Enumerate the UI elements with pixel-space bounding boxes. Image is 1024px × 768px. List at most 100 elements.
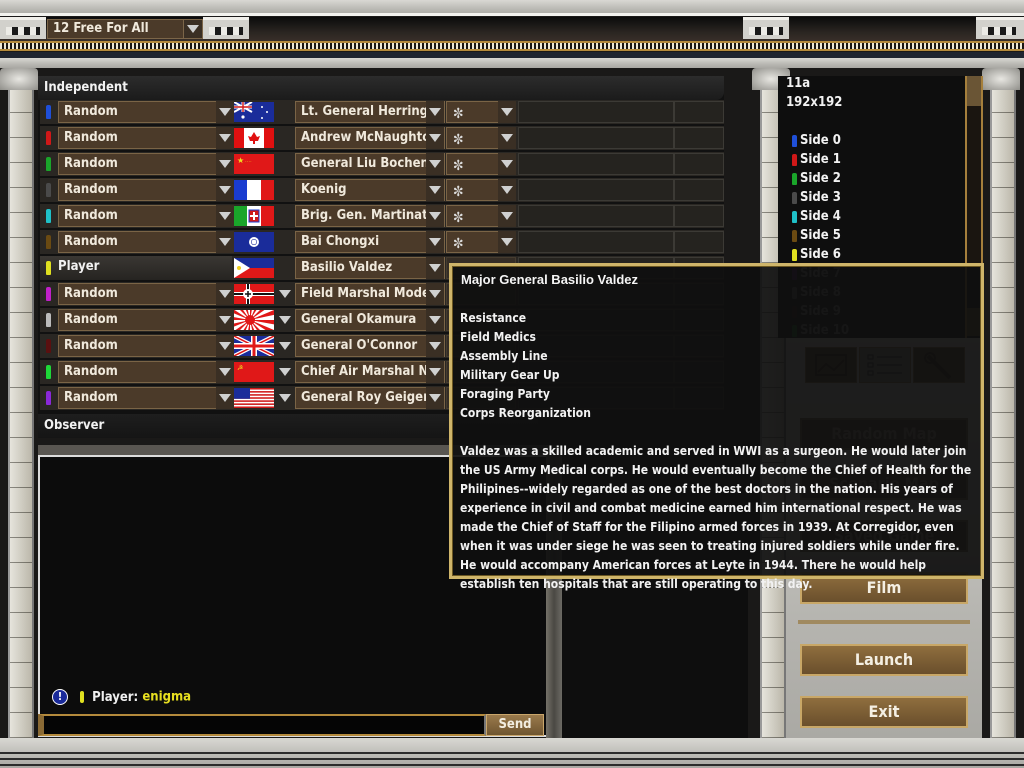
flag-taiwan-icon[interactable] bbox=[234, 232, 274, 252]
general-dropdown[interactable]: Field Marshal Model bbox=[295, 283, 445, 305]
chevron-down-icon[interactable] bbox=[216, 361, 234, 383]
general-dropdown[interactable]: Brig. Gen. Martinat bbox=[295, 205, 445, 227]
chevron-down-icon[interactable] bbox=[498, 101, 516, 123]
general-dropdown[interactable]: Lt. General Herring bbox=[295, 101, 445, 123]
player-type-dropdown[interactable]: Random bbox=[58, 309, 232, 331]
general-dropdown[interactable]: Andrew McNaughton bbox=[295, 127, 445, 149]
svg-text:‥‥: ‥‥ bbox=[245, 158, 252, 164]
chevron-down-icon[interactable] bbox=[426, 101, 444, 123]
general-name: Lt. General Herring bbox=[301, 104, 429, 119]
team-cell bbox=[518, 205, 674, 227]
chevron-down-icon[interactable] bbox=[276, 283, 294, 305]
chevron-down-icon[interactable] bbox=[498, 127, 516, 149]
chevron-down-icon[interactable] bbox=[216, 179, 234, 201]
general-name: Basilio Valdez bbox=[301, 260, 393, 275]
general-name: Brig. Gen. Martinat bbox=[301, 208, 428, 223]
chevron-down-icon[interactable] bbox=[498, 205, 516, 227]
status-cell bbox=[674, 179, 724, 201]
chevron-down-icon[interactable] bbox=[426, 205, 444, 227]
chevron-down-icon[interactable] bbox=[426, 387, 444, 409]
general-dropdown[interactable]: General Okamura bbox=[295, 309, 445, 331]
flag-usa-icon[interactable] bbox=[234, 388, 274, 408]
team-cell bbox=[518, 153, 674, 175]
chevron-down-icon[interactable] bbox=[216, 231, 234, 253]
chevron-down-icon[interactable] bbox=[426, 257, 444, 279]
flag-uk-icon[interactable] bbox=[234, 336, 274, 356]
flag-canada-icon[interactable] bbox=[234, 128, 274, 148]
chevron-down-icon[interactable] bbox=[216, 335, 234, 357]
tooltip-trait: Military Gear Up bbox=[460, 368, 560, 382]
player-type-dropdown[interactable]: Random bbox=[58, 101, 232, 123]
player-type-dropdown[interactable]: Random bbox=[58, 153, 232, 175]
player-type-dropdown[interactable]: Random bbox=[58, 361, 232, 383]
flag-philippines-icon[interactable] bbox=[234, 258, 274, 278]
general-dropdown[interactable]: Koenig bbox=[295, 179, 445, 201]
player-type-dropdown[interactable]: Random bbox=[58, 179, 232, 201]
flag-germany-icon[interactable] bbox=[234, 284, 274, 304]
scroll-up-button[interactable] bbox=[967, 76, 981, 106]
side-label: Side 5 bbox=[800, 228, 841, 243]
side-label: Side 2 bbox=[800, 171, 841, 186]
send-button[interactable]: Send bbox=[486, 714, 544, 736]
chevron-down-icon[interactable] bbox=[426, 335, 444, 357]
game-mode-dropdown[interactable]: 12 Free For All bbox=[47, 19, 203, 39]
general-dropdown[interactable]: General Roy Geiger bbox=[295, 387, 445, 409]
chevron-down-icon[interactable] bbox=[426, 179, 444, 201]
chevron-down-icon[interactable] bbox=[276, 387, 294, 409]
chevron-down-icon[interactable] bbox=[276, 309, 294, 331]
flag-japan-icon[interactable] bbox=[234, 310, 274, 330]
player-type-dropdown[interactable]: Random bbox=[58, 205, 232, 227]
general-dropdown[interactable]: General Liu Bocheng bbox=[295, 153, 445, 175]
chevron-down-icon[interactable] bbox=[276, 335, 294, 357]
chat-input[interactable] bbox=[38, 714, 486, 736]
chevron-down-icon[interactable] bbox=[216, 309, 234, 331]
tooltip-trait: Assembly Line bbox=[460, 349, 548, 363]
chevron-down-icon[interactable] bbox=[216, 283, 234, 305]
chevron-down-icon[interactable] bbox=[426, 153, 444, 175]
flag-ussr-icon[interactable]: ☭ bbox=[234, 362, 274, 382]
status-cell bbox=[674, 205, 724, 227]
chevron-down-icon[interactable] bbox=[426, 127, 444, 149]
player-type-dropdown[interactable]: Random bbox=[58, 283, 232, 305]
flag-australia-icon[interactable] bbox=[234, 102, 274, 122]
right-column-decoration bbox=[990, 88, 1016, 738]
chevron-down-icon[interactable] bbox=[426, 283, 444, 305]
chevron-down-icon[interactable] bbox=[426, 309, 444, 331]
cornice-line bbox=[0, 13, 1024, 16]
chevron-down-icon[interactable] bbox=[426, 231, 444, 253]
launch-button[interactable]: Launch bbox=[800, 644, 968, 676]
side-color-pawn-icon bbox=[46, 209, 51, 223]
chevron-down-icon[interactable] bbox=[216, 153, 234, 175]
chevron-down-icon[interactable] bbox=[498, 153, 516, 175]
side-label: Side 0 bbox=[800, 133, 841, 148]
map-name: 11a bbox=[786, 76, 811, 91]
team-cell bbox=[518, 231, 674, 253]
general-dropdown[interactable]: General O'Connor bbox=[295, 335, 445, 357]
chevron-down-icon[interactable] bbox=[216, 101, 234, 123]
chevron-down-icon[interactable] bbox=[216, 127, 234, 149]
chevron-down-icon[interactable] bbox=[498, 179, 516, 201]
flag-italy-icon[interactable] bbox=[234, 206, 274, 226]
status-cell bbox=[674, 101, 724, 123]
side-color-pawn-icon bbox=[792, 192, 797, 204]
left-column-capital bbox=[0, 68, 38, 90]
general-dropdown[interactable]: Bai Chongxi bbox=[295, 231, 445, 253]
team-label: Independent bbox=[44, 80, 128, 95]
flag-china-icon[interactable]: ★ ‥‥ bbox=[234, 154, 274, 174]
player-type-dropdown[interactable]: Random bbox=[58, 231, 232, 253]
general-dropdown[interactable]: Basilio Valdez bbox=[295, 257, 445, 279]
player-type-dropdown[interactable]: Random bbox=[58, 127, 232, 149]
general-dropdown[interactable]: Chief Air Marshal No... bbox=[295, 361, 445, 383]
player-type-dropdown[interactable]: Random bbox=[58, 335, 232, 357]
chevron-down-icon[interactable] bbox=[216, 205, 234, 227]
side-color-pawn-icon bbox=[46, 105, 51, 119]
chevron-down-icon[interactable] bbox=[183, 20, 202, 38]
exit-button[interactable]: Exit bbox=[800, 696, 968, 728]
chevron-down-icon[interactable] bbox=[276, 361, 294, 383]
chevron-down-icon[interactable] bbox=[498, 231, 516, 253]
general-name: General O'Connor bbox=[301, 338, 418, 353]
chevron-down-icon[interactable] bbox=[216, 387, 234, 409]
flag-france-icon[interactable] bbox=[234, 180, 274, 200]
player-type-dropdown[interactable]: Random bbox=[58, 387, 232, 409]
chevron-down-icon[interactable] bbox=[426, 361, 444, 383]
